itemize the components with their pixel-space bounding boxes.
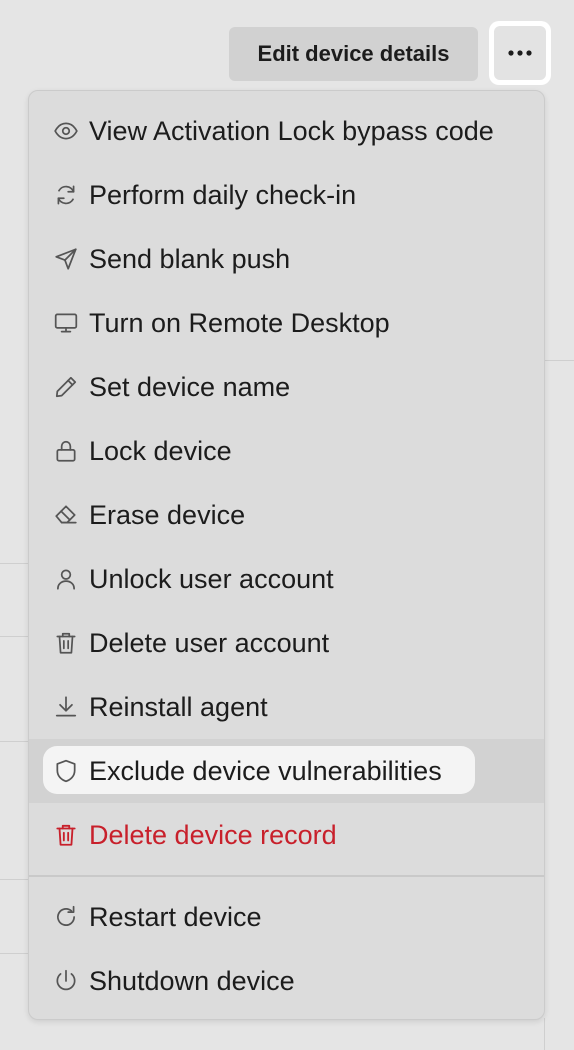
menu-item-send-blank-push[interactable]: Send blank push <box>29 227 544 291</box>
lock-icon <box>53 438 79 464</box>
menu-item-view-activation-lock-bypass-code[interactable]: View Activation Lock bypass code <box>29 99 544 163</box>
menu-item-label: View Activation Lock bypass code <box>89 116 494 146</box>
menu-item-erase-device[interactable]: Erase device <box>29 483 544 547</box>
menu-item-label: Delete device record <box>89 820 337 850</box>
menu-item-label: Perform daily check-in <box>89 180 357 210</box>
background-column-divider <box>544 1018 545 1050</box>
background-row-divider <box>0 879 28 880</box>
trash-icon <box>53 822 79 848</box>
background-row-divider <box>0 563 28 564</box>
menu-item-label: Turn on Remote Desktop <box>89 308 390 338</box>
edit-device-details-label: Edit device details <box>257 41 450 66</box>
device-actions-menu: View Activation Lock bypass code Perform… <box>28 90 545 1020</box>
user-icon <box>53 566 79 592</box>
power-icon <box>53 968 79 994</box>
more-actions-button-inner <box>494 26 546 80</box>
eye-icon <box>53 118 79 144</box>
menu-item-perform-daily-check-in[interactable]: Perform daily check-in <box>29 163 544 227</box>
pencil-icon <box>53 374 79 400</box>
shield-icon <box>53 758 79 784</box>
menu-item-set-device-name[interactable]: Set device name <box>29 355 544 419</box>
edit-device-details-button[interactable]: Edit device details <box>229 27 478 81</box>
menu-item-restart-device[interactable]: Restart device <box>29 885 544 949</box>
menu-item-reinstall-agent[interactable]: Reinstall agent <box>29 675 544 739</box>
refresh-icon <box>53 182 79 208</box>
ellipsis-icon <box>507 44 533 62</box>
menu-item-label: Set device name <box>89 372 291 402</box>
menu-item-label: Delete user account <box>89 628 330 658</box>
menu-item-turn-on-remote-desktop[interactable]: Turn on Remote Desktop <box>29 291 544 355</box>
send-icon <box>53 246 79 272</box>
menu-item-label: Erase device <box>89 500 246 530</box>
menu-divider <box>29 875 544 877</box>
menu-item-label: Restart device <box>89 902 262 932</box>
restart-icon <box>53 904 79 930</box>
download-icon <box>53 694 79 720</box>
trash-icon <box>53 630 79 656</box>
menu-item-delete-user-account[interactable]: Delete user account <box>29 611 544 675</box>
menu-item-label: Reinstall agent <box>89 692 268 722</box>
background-row-divider <box>0 741 28 742</box>
menu-item-lock-device[interactable]: Lock device <box>29 419 544 483</box>
background-row-divider <box>545 360 574 361</box>
menu-item-label: Unlock user account <box>89 564 334 594</box>
menu-item-label: Shutdown device <box>89 966 295 996</box>
menu-item-label: Send blank push <box>89 244 291 274</box>
monitor-icon <box>53 310 79 336</box>
menu-item-exclude-device-vulnerabilities[interactable]: Exclude device vulnerabilities <box>29 739 544 803</box>
menu-item-label: Exclude device vulnerabilities <box>89 756 442 786</box>
menu-item-label: Lock device <box>89 436 232 466</box>
background-row-divider <box>0 953 28 954</box>
background-row-divider <box>0 636 28 637</box>
menu-item-unlock-user-account[interactable]: Unlock user account <box>29 547 544 611</box>
menu-item-shutdown-device[interactable]: Shutdown device <box>29 949 544 1013</box>
more-actions-button[interactable] <box>489 21 551 85</box>
eraser-icon <box>53 502 79 528</box>
menu-item-delete-device-record[interactable]: Delete device record <box>29 803 544 867</box>
